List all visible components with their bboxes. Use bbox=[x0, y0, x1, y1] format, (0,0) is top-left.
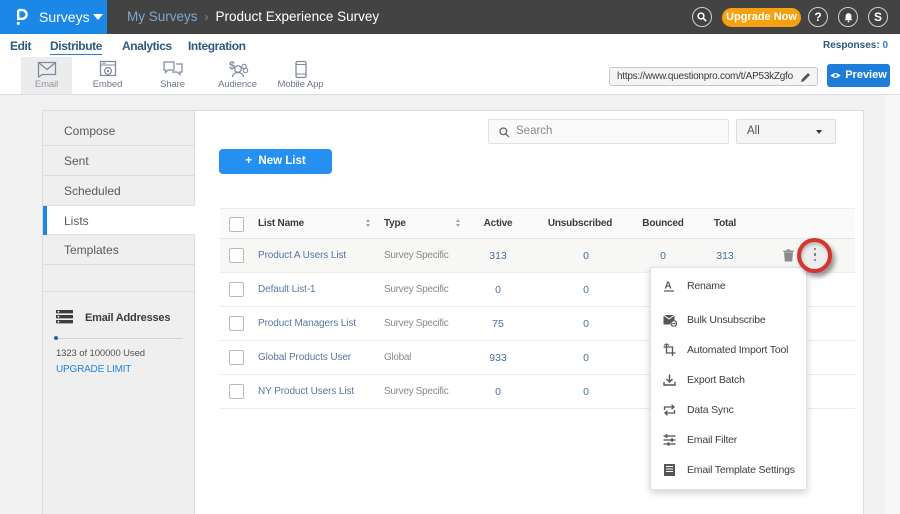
svg-text:$: $ bbox=[229, 60, 235, 72]
svg-text:A: A bbox=[665, 281, 672, 292]
